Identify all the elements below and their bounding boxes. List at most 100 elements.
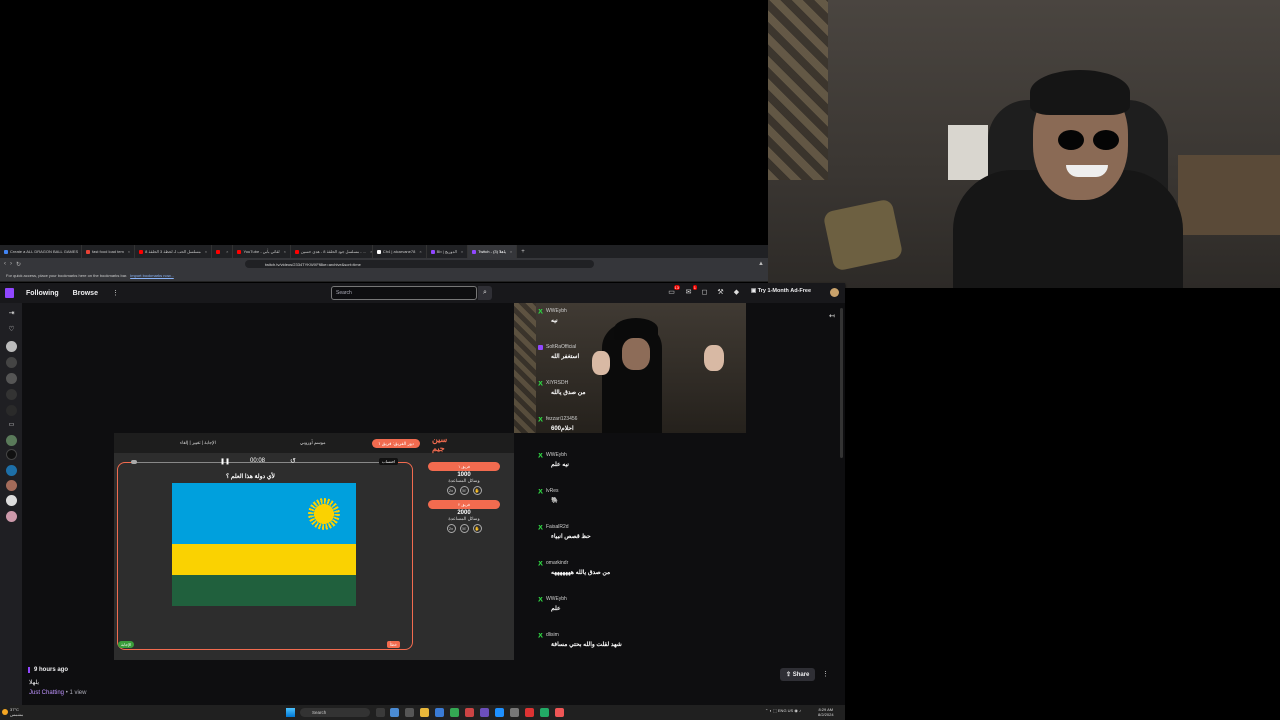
browser-tab[interactable]: Create a ALL DRAGON BALL GAMES× xyxy=(0,245,82,258)
app-icon[interactable] xyxy=(525,708,534,717)
double-points-icon[interactable]: 2x xyxy=(446,524,456,533)
share-button[interactable]: ⇪ Share xyxy=(780,668,816,681)
tab-close-icon[interactable]: × xyxy=(461,249,463,254)
pause-icon[interactable]: ❚❚ xyxy=(220,458,230,465)
nav-browse[interactable]: Browse xyxy=(73,290,98,297)
channel-avatar[interactable] xyxy=(6,405,17,416)
chat-username[interactable]: WWEybh xyxy=(546,596,567,602)
file-explorer-icon[interactable] xyxy=(420,708,429,717)
search-input[interactable]: Search xyxy=(331,286,477,300)
channel-avatar[interactable] xyxy=(6,449,17,460)
system-tray[interactable]: ⌃ ◐ ⬚ ENG US ◉ ♪ xyxy=(765,708,801,713)
chat-user-row: WWEybh xyxy=(538,452,738,458)
adfree-button[interactable]: ▣ Try 1-Month Ad-Free xyxy=(751,288,811,294)
app-icon[interactable] xyxy=(510,708,519,717)
whispers-icon[interactable]: ◻ xyxy=(700,288,709,297)
forward-icon[interactable]: › xyxy=(10,261,12,267)
chat-username[interactable]: XIYRSDH xyxy=(546,380,568,386)
channel-avatar[interactable] xyxy=(6,435,17,446)
browser-tab[interactable]: YouTube - لقائي بأبي × xyxy=(233,245,291,258)
tab-close-icon[interactable]: × xyxy=(226,249,228,254)
chat-username[interactable]: dlisim xyxy=(546,632,559,638)
inbox-icon[interactable]: ✉ 1 xyxy=(684,285,697,297)
tab-close-icon[interactable]: × xyxy=(419,249,421,254)
heart-icon[interactable]: ♡ xyxy=(6,325,17,336)
user-avatar[interactable] xyxy=(830,288,839,297)
chat-username[interactable]: omarkindr xyxy=(546,560,568,566)
answer-tag[interactable]: الإجابة xyxy=(118,641,135,648)
browser-tab[interactable]: Bb | الدوريج × xyxy=(427,245,469,258)
browser-tab[interactable]: fast food load tem × xyxy=(82,245,136,258)
chat-username[interactable]: fezzari123456 xyxy=(546,416,577,422)
prime-icon[interactable]: ◆ xyxy=(732,288,741,297)
more-menu-icon[interactable]: ⋮ xyxy=(112,289,119,297)
collapse-rail-icon[interactable]: ⇥ xyxy=(6,309,17,320)
new-tab-icon[interactable]: + xyxy=(521,249,525,255)
browser-tab[interactable]: مسلسل الحب لـ لحظة 3 الحلقة 8 × xyxy=(135,245,213,258)
app-icon[interactable] xyxy=(540,708,549,717)
chat-username[interactable]: FaisalR2d xyxy=(546,524,569,530)
chrome-icon[interactable] xyxy=(450,708,459,717)
wrong-tag[interactable]: خطأ xyxy=(387,641,400,648)
tab-close-icon[interactable]: × xyxy=(205,249,207,254)
tab-close-icon[interactable]: × xyxy=(510,249,512,254)
brave-icon[interactable] xyxy=(555,708,564,717)
channel-avatar[interactable] xyxy=(6,373,17,384)
category-link[interactable]: Just Chatting xyxy=(29,690,64,696)
chat-username[interactable]: WWEybh xyxy=(546,308,567,314)
reload-icon[interactable]: ↻ xyxy=(16,261,21,268)
browser-tab[interactable]: Ch4 | alcarvane78 × xyxy=(373,245,427,258)
channel-avatar[interactable] xyxy=(6,341,17,352)
collapse-chat-icon[interactable]: ↤ xyxy=(829,312,835,320)
channel-avatar[interactable] xyxy=(6,389,17,400)
twitch-logo-icon[interactable] xyxy=(5,288,14,298)
weather-widget[interactable]: 37°C مشمس xyxy=(10,707,23,717)
extension-icon[interactable]: ⚒ xyxy=(716,288,725,297)
channel-avatar[interactable] xyxy=(6,495,17,506)
video-icon[interactable]: ▭ xyxy=(6,421,17,432)
chat-username[interactable]: SoltRaOfficial xyxy=(546,344,576,350)
channel-avatar[interactable] xyxy=(6,480,17,491)
task-view-icon[interactable] xyxy=(376,708,385,717)
tab-close-icon[interactable]: × xyxy=(128,249,130,254)
tab-close-icon[interactable]: × xyxy=(284,249,286,254)
clock-date: 8/2/2024 xyxy=(818,712,834,717)
search-icon[interactable]: ⌕ xyxy=(478,286,492,300)
channel-avatar[interactable] xyxy=(6,465,17,476)
nav-following[interactable]: Following xyxy=(26,290,59,297)
channel-avatar[interactable] xyxy=(6,511,17,522)
notifications-icon[interactable]: ▭ 13 xyxy=(667,285,680,297)
app-icon[interactable] xyxy=(435,708,444,717)
options-label[interactable]: الإجابة | تغيير | إلغاء xyxy=(180,440,216,446)
language-indicator[interactable]: ENG US xyxy=(778,708,793,713)
browser-tab[interactable]: × xyxy=(212,245,234,258)
double-points-icon[interactable]: 2x xyxy=(446,486,456,495)
hand-icon[interactable]: ✋ xyxy=(472,486,482,495)
app-icon[interactable] xyxy=(495,708,504,717)
import-bookmarks-link[interactable]: Import bookmarks now... xyxy=(130,273,174,278)
app-icon[interactable] xyxy=(405,708,414,717)
app-icon[interactable] xyxy=(465,708,474,717)
chat-username[interactable]: WWEybh xyxy=(546,452,567,458)
scrollbar[interactable] xyxy=(840,308,843,458)
back-icon[interactable]: ‹ xyxy=(4,261,6,267)
chat-username[interactable]: lvRes xyxy=(546,488,559,494)
channel-avatar[interactable] xyxy=(6,357,17,368)
timer-button[interactable]: احتساب xyxy=(379,458,399,465)
phone-icon[interactable]: ☏ xyxy=(459,486,469,495)
hand-icon[interactable]: ✋ xyxy=(472,524,482,533)
weather-icon[interactable] xyxy=(2,709,8,715)
start-icon[interactable] xyxy=(286,708,295,717)
app-icon[interactable] xyxy=(390,708,399,717)
extension-icon[interactable]: ▲ xyxy=(758,261,764,267)
slider-knob[interactable] xyxy=(131,460,137,464)
clock[interactable]: 8:29 AM 8/2/2024 xyxy=(818,707,834,717)
browser-tab[interactable]: Twitch - ياهلا (3) × xyxy=(468,245,518,258)
app-icon[interactable] xyxy=(480,708,489,717)
reset-icon[interactable]: ↺ xyxy=(290,457,296,465)
browser-tab[interactable]: مسلسل جود الحلقة 8 - هدى حسين - ... × xyxy=(291,245,373,258)
taskbar-search[interactable]: Search xyxy=(300,708,370,717)
phone-icon[interactable]: ☏ xyxy=(459,524,469,533)
more-options-icon[interactable]: ⋮ xyxy=(822,670,829,678)
url-field[interactable]: twitch.tv/videos/2334TYKWXFf8ke=archive&… xyxy=(245,260,595,268)
